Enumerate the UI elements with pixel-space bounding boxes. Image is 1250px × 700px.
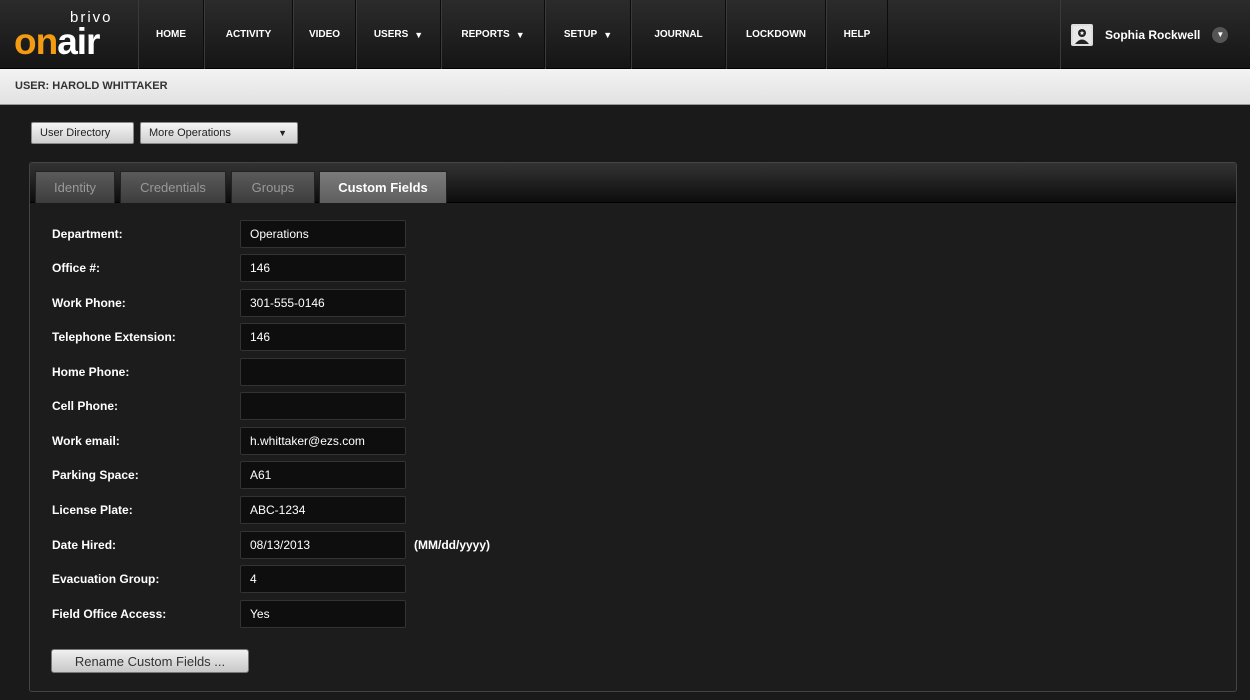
rename-custom-fields-label: Rename Custom Fields ... — [74, 653, 226, 669]
date-format-hint: (MM/dd/yyyy) — [414, 538, 491, 552]
date-hired-field[interactable]: 08/13/2013 — [240, 531, 406, 559]
more-operations-dropdown[interactable]: More Operations ▼ — [140, 122, 298, 144]
nav-lockdown-label: LOCKDOWN — [746, 29, 806, 40]
tab-custom-fields-label: Custom Fields — [338, 180, 428, 195]
department-label: Department: — [52, 227, 123, 241]
home-phone-label: Home Phone: — [52, 365, 130, 379]
work-phone-label: Work Phone: — [52, 296, 126, 310]
nav-reports[interactable]: REPORTS ▼ — [441, 0, 545, 69]
nav-video-label: VIDEO — [308, 29, 341, 40]
office-number-field[interactable]: 146 — [240, 254, 406, 282]
user-name: Sophia Rockwell — [1105, 27, 1201, 42]
license-plate-field[interactable]: ABC-1234 — [240, 496, 406, 524]
office-number-label: Office #: — [52, 261, 101, 275]
nav-activity-label: ACTIVITY — [225, 29, 272, 40]
nav-reports-label: REPORTS — [461, 29, 510, 40]
nav-setup-label: SETUP — [563, 29, 598, 40]
more-operations-label: More Operations — [149, 127, 231, 139]
parking-space-label: Parking Space: — [52, 468, 139, 482]
cell-phone-label: Cell Phone: — [52, 399, 119, 413]
user-badge-icon — [1071, 23, 1093, 46]
tab-identity[interactable]: Identity — [35, 171, 115, 203]
page-header: USER: HAROLD WHITTAKER — [0, 69, 1250, 105]
chevron-down-icon: ▼ — [414, 29, 424, 40]
nav-journal[interactable]: JOURNAL — [631, 0, 726, 69]
cell-phone-field[interactable] — [240, 392, 406, 420]
evacuation-group-field[interactable]: 4 — [240, 565, 406, 593]
user-menu[interactable]: Sophia Rockwell ▼ — [1060, 0, 1250, 69]
work-phone-field[interactable]: 301-555-0146 — [240, 289, 406, 317]
chevron-down-icon: ▼ — [515, 29, 525, 40]
field-office-access-label: Field Office Access: — [52, 607, 167, 621]
main-nav: HOME ACTIVITY VIDEO USERS ▼ REPORTS ▼ SETU… — [138, 0, 888, 69]
nav-video[interactable]: VIDEO — [293, 0, 356, 69]
nav-home[interactable]: HOME — [138, 0, 204, 69]
tab-custom-fields[interactable]: Custom Fields — [319, 171, 447, 203]
home-phone-field[interactable] — [240, 358, 406, 386]
nav-activity[interactable]: ACTIVITY — [204, 0, 293, 69]
work-email-label: Work email: — [52, 434, 120, 448]
page-title: USER: HAROLD WHITTAKER — [15, 80, 168, 92]
tab-bar: Identity Credentials Groups Custom Field… — [30, 163, 1236, 203]
logo-onair-text: onair — [14, 20, 100, 62]
date-hired-label: Date Hired: — [52, 538, 117, 552]
rename-custom-fields-button[interactable]: Rename Custom Fields ... — [51, 649, 249, 673]
work-email-field[interactable]: h.whittaker@ezs.com — [240, 427, 406, 455]
brivo-onair-logo[interactable]: brivo onair — [0, 0, 138, 69]
nav-journal-label: JOURNAL — [654, 29, 703, 40]
tab-groups[interactable]: Groups — [231, 171, 315, 203]
user-directory-label: User Directory — [40, 127, 111, 139]
nav-setup[interactable]: SETUP ▼ — [545, 0, 631, 69]
nav-users[interactable]: USERS ▼ — [356, 0, 441, 69]
top-nav-bar: brivo onair HOME ACTIVITY VIDEO USERS ▼ R… — [0, 0, 1250, 69]
nav-users-label: USERS — [373, 29, 409, 40]
license-plate-label: License Plate: — [52, 503, 133, 517]
nav-home-label: HOME — [156, 29, 186, 40]
nav-help-label: HELP — [843, 29, 871, 40]
user-directory-button[interactable]: User Directory — [31, 122, 134, 144]
parking-space-field[interactable]: A61 — [240, 461, 406, 489]
department-field[interactable]: Operations — [240, 220, 406, 248]
user-detail-panel: Identity Credentials Groups Custom Field… — [29, 162, 1237, 692]
telephone-extension-field[interactable]: 146 — [240, 323, 406, 351]
evacuation-group-label: Evacuation Group: — [52, 572, 160, 586]
telephone-extension-label: Telephone Extension: — [52, 330, 176, 344]
field-office-access-field[interactable]: Yes — [240, 600, 406, 628]
nav-help[interactable]: HELP — [826, 0, 888, 69]
chevron-down-icon: ▼ — [1212, 26, 1229, 43]
chevron-down-icon: ▼ — [278, 128, 287, 138]
tab-credentials-label: Credentials — [140, 180, 206, 195]
tab-identity-label: Identity — [54, 180, 96, 195]
tab-groups-label: Groups — [251, 180, 295, 195]
nav-lockdown[interactable]: LOCKDOWN — [726, 0, 826, 69]
chevron-down-icon: ▼ — [603, 29, 613, 40]
tab-credentials[interactable]: Credentials — [120, 171, 226, 203]
